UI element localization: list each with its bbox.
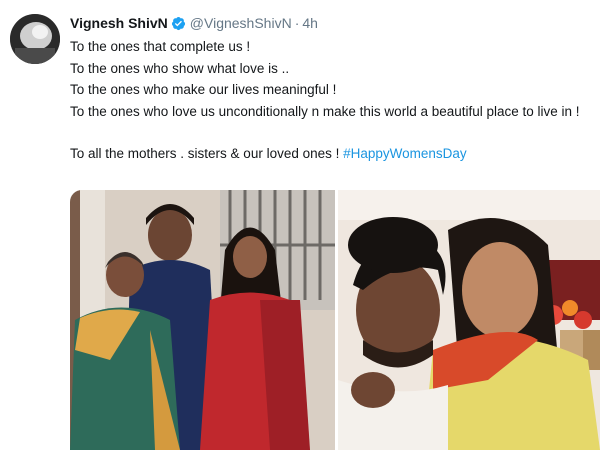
avatar[interactable]	[10, 14, 60, 64]
tweet-text: To the ones that complete us ! To the on…	[70, 36, 590, 165]
tweet-closing-line: To all the mothers . sisters & our loved…	[70, 143, 590, 165]
photo-couple[interactable]	[338, 190, 600, 450]
tweet-line: To the ones who make our lives meaningfu…	[70, 82, 337, 97]
tweet-line: To the ones who love us unconditionally …	[70, 103, 580, 119]
closing-text: To all the mothers . sisters & our loved…	[70, 146, 344, 161]
tweet-line: To the ones who show what love is ..	[70, 60, 290, 76]
tweet-media	[70, 190, 600, 450]
tweet-timestamp[interactable]: 4h	[302, 15, 318, 31]
meta-separator: ·	[294, 15, 300, 31]
photo-family-group[interactable]	[70, 190, 335, 450]
tweet-line: To the ones that complete us !	[70, 39, 251, 54]
author-name[interactable]: Vignesh ShivN	[70, 15, 168, 31]
tweet-card: Vignesh ShivN @VigneshShivN · 4h To the one…	[0, 0, 600, 450]
tweet-header: Vignesh ShivN @VigneshShivN · 4h	[70, 14, 318, 35]
hashtag-link[interactable]: #HappyWomensDay	[343, 146, 467, 161]
verified-badge-icon	[171, 16, 186, 35]
author-handle[interactable]: @VigneshShivN	[190, 15, 292, 31]
